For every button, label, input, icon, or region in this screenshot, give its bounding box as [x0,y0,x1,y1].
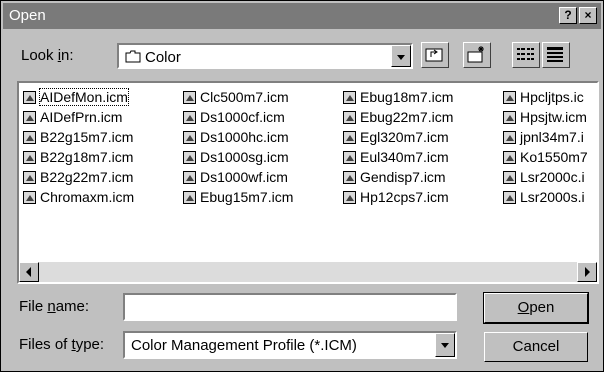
open-dialog: Open ? × Look in: Color AIDefMon.icm AID… [0,0,604,372]
look-in-value: Color [145,49,181,66]
horizontal-scrollbar[interactable] [19,262,597,282]
look-in-combo[interactable]: Color [117,43,413,69]
icm-file-icon [343,151,356,164]
icm-file-icon [23,131,36,144]
icm-file-icon [23,171,36,184]
icm-file-icon [183,191,196,204]
file-list[interactable]: AIDefMon.icm AIDefPrn.icm B22g15m7.icm B… [17,81,599,284]
icm-file-icon [183,171,196,184]
icm-file-icon [183,91,196,104]
icm-file-icon [343,191,356,204]
icm-file-icon [183,131,196,144]
help-button[interactable]: ? [559,7,577,24]
look-in-label: Look in: [21,47,74,64]
file-type-combo[interactable]: Color Management Profile (*.ICM) [123,331,457,359]
dialog-title: Open [9,7,46,24]
icm-file-icon [343,131,356,144]
up-one-level-button[interactable] [421,42,449,68]
folder-icon [125,50,141,68]
icm-file-icon [503,91,516,104]
icm-file-icon [503,191,516,204]
icm-file-icon [343,171,356,184]
icm-file-icon [343,91,356,104]
file-name-label: File name: [19,298,90,315]
up-folder-icon [425,48,443,62]
scroll-left-arrow-icon[interactable] [19,262,39,282]
chevron-down-icon[interactable] [391,45,411,67]
details-view-button[interactable] [542,42,570,68]
title-bar[interactable]: Open ? × [3,3,601,29]
icm-file-icon [503,171,516,184]
files-of-type-label: Files of type: [19,336,105,353]
icm-file-icon [503,131,516,144]
icm-file-icon [343,111,356,124]
icm-file-icon [183,151,196,164]
icm-file-icon [503,151,516,164]
icm-file-icon [23,151,36,164]
file-name-input[interactable] [123,293,457,321]
open-button[interactable]: Open [483,292,589,324]
icm-file-icon [23,111,36,124]
icm-file-icon [23,191,36,204]
list-view-icon [517,48,534,60]
list-view-button[interactable] [512,42,540,68]
icm-file-icon [503,111,516,124]
icm-file-icon [183,111,196,124]
cancel-button[interactable]: Cancel [484,332,588,362]
create-new-folder-button[interactable] [463,42,491,68]
icm-file-icon [23,91,36,104]
close-button[interactable]: × [579,7,597,24]
scroll-right-arrow-icon[interactable] [577,262,597,282]
details-view-icon [547,47,563,62]
file-type-value: Color Management Profile (*.ICM) [131,337,357,354]
new-folder-icon [467,46,484,63]
chevron-down-icon[interactable] [435,333,455,357]
